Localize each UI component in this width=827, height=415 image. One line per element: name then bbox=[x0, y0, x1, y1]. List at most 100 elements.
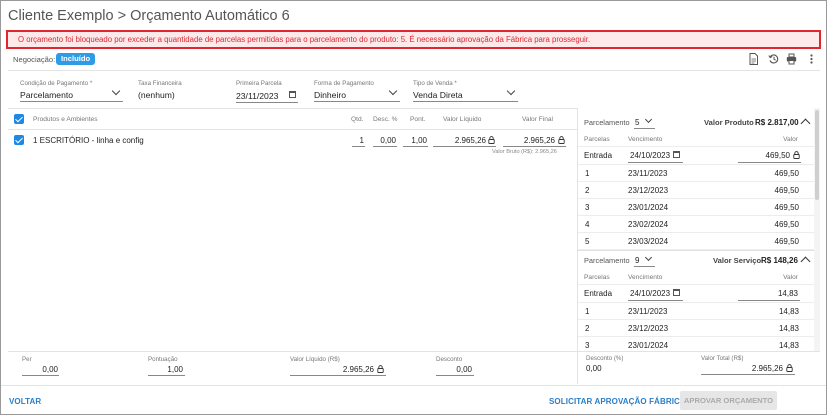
voltar-button[interactable]: VOLTAR bbox=[9, 397, 41, 406]
parcelamento-select[interactable]: 9 bbox=[635, 256, 639, 265]
parcelamento-label: Parcelamento bbox=[584, 256, 630, 265]
parcelamento-label: Parcelamento bbox=[584, 118, 630, 127]
scrollbar-thumb[interactable] bbox=[815, 110, 819, 200]
pont-input[interactable]: 1,00 bbox=[403, 136, 427, 145]
per-input[interactable]: 0,00 bbox=[22, 365, 58, 374]
divider bbox=[577, 351, 578, 384]
calendar-icon[interactable] bbox=[289, 91, 296, 98]
plan-row: 3 23/01/2024 14,83 bbox=[578, 337, 814, 351]
pontuacao-input[interactable]: 1,00 bbox=[148, 365, 183, 374]
valor-bruto: Valor Bruto (R$): 2.965,26 bbox=[492, 149, 557, 155]
total-input[interactable]: 2.965,26 bbox=[701, 364, 783, 373]
col-parcelas: Parcelas bbox=[584, 274, 610, 281]
more-vertical-icon[interactable] bbox=[806, 53, 817, 65]
entrada-row: Entrada 24/10/2023 14,83 bbox=[578, 285, 814, 303]
parcela-value: 14,83 bbox=[778, 307, 799, 316]
document-icon[interactable] bbox=[748, 53, 759, 65]
parcela-date: 23/01/2024 bbox=[628, 341, 669, 350]
divider bbox=[8, 108, 578, 109]
field-underline bbox=[701, 374, 795, 375]
parcela-date: 23/03/2024 bbox=[628, 237, 669, 246]
lock-icon bbox=[377, 365, 384, 373]
entrada-value-input[interactable]: 469,50 bbox=[738, 151, 790, 160]
lock-icon bbox=[793, 151, 800, 159]
col-pont: Pont. bbox=[410, 116, 426, 123]
condicao-label: Condição de Pagamento * bbox=[20, 80, 93, 87]
entrada-value-input[interactable]: 14,83 bbox=[738, 289, 798, 298]
collapse-icon[interactable] bbox=[800, 118, 811, 129]
field-underline bbox=[352, 146, 365, 147]
primeira-input[interactable]: 23/11/2023 bbox=[236, 91, 278, 101]
col-desc: Desc. % bbox=[373, 116, 398, 123]
solicitar-aprovacao-button[interactable]: SOLICITAR APROVAÇÃO FÁBRICA bbox=[549, 397, 686, 406]
parcela-number: 3 bbox=[585, 341, 590, 350]
plan-row: 2 23/12/2023 469,50 bbox=[578, 182, 814, 199]
desconto-input[interactable]: 0,00 bbox=[436, 365, 472, 374]
parcelamento-select[interactable]: 5 bbox=[635, 118, 639, 127]
field-underline bbox=[634, 266, 655, 267]
field-underline bbox=[20, 101, 123, 102]
liquido-input[interactable]: 2.965,26 bbox=[433, 136, 486, 145]
field-underline bbox=[403, 146, 428, 147]
field-underline bbox=[148, 375, 185, 376]
entrada-label: Entrada bbox=[584, 151, 613, 160]
desc-input[interactable]: 0,00 bbox=[373, 136, 396, 145]
field-underline bbox=[373, 146, 397, 147]
field-underline bbox=[628, 300, 683, 301]
parcela-value: 469,50 bbox=[774, 203, 799, 212]
parcela-value: 469,50 bbox=[774, 237, 799, 246]
valor-produto-value: R$ 2.817,00 bbox=[755, 118, 799, 127]
entrada-label: Entrada bbox=[584, 289, 613, 298]
select-all-checkbox[interactable] bbox=[14, 114, 24, 124]
desconto-label: Desconto bbox=[436, 356, 463, 363]
taxa-value: (nenhum) bbox=[138, 90, 175, 100]
col-final: Valor Final bbox=[522, 116, 554, 123]
lock-icon bbox=[488, 136, 495, 144]
payment-plan-panel: Parcelamento 5 Valor Produto R$ 2.817,00… bbox=[578, 108, 814, 351]
parcela-value: 14,83 bbox=[778, 324, 799, 333]
parcela-number: 3 bbox=[585, 203, 590, 212]
page-title: Cliente Exemplo > Orçamento Automático 6 bbox=[8, 8, 290, 24]
aprovar-orcamento-button[interactable]: APROVAR ORÇAMENTO bbox=[680, 391, 777, 410]
divider bbox=[8, 129, 578, 130]
entrada-date-input[interactable]: 24/10/2023 bbox=[630, 289, 670, 298]
print-icon[interactable] bbox=[786, 53, 797, 65]
row-checkbox[interactable] bbox=[14, 135, 24, 145]
plan-header-row: Parcelas Vencimento Valor bbox=[578, 132, 814, 147]
entrada-date-input[interactable]: 24/10/2023 bbox=[630, 151, 670, 160]
field-underline bbox=[314, 101, 400, 102]
plan-header-row: Parcelas Vencimento Valor bbox=[578, 270, 814, 285]
negociacao-label: Negociação: bbox=[13, 55, 56, 64]
primeira-label: Primeira Parcela bbox=[236, 80, 282, 87]
final-input[interactable]: 2.965,26 bbox=[503, 136, 555, 145]
lock-icon bbox=[786, 364, 793, 372]
lock-icon bbox=[558, 136, 565, 144]
parcela-number: 1 bbox=[585, 169, 590, 178]
parcela-date: 23/11/2023 bbox=[628, 169, 668, 178]
calendar-icon[interactable] bbox=[673, 151, 680, 158]
col-qtd: Qtd. bbox=[351, 116, 364, 123]
liquido-total-input[interactable]: 2.965,26 bbox=[290, 365, 374, 374]
col-produtos: Produtos e Ambientes bbox=[33, 116, 98, 123]
parcela-number: 2 bbox=[585, 324, 590, 333]
field-underline bbox=[413, 101, 518, 102]
parcela-number: 1 bbox=[585, 307, 590, 316]
chevron-down-icon[interactable] bbox=[644, 115, 653, 124]
field-underline bbox=[236, 102, 298, 103]
condicao-select[interactable]: Parcelamento bbox=[20, 90, 73, 100]
forma-select[interactable]: Dinheiro bbox=[314, 90, 346, 100]
history-icon[interactable] bbox=[768, 53, 779, 65]
parcela-value: 469,50 bbox=[774, 186, 799, 195]
product-name[interactable]: 1 ESCRITÓRIO - linha e config bbox=[33, 136, 144, 145]
calendar-icon[interactable] bbox=[673, 289, 680, 296]
collapse-icon[interactable] bbox=[800, 256, 811, 267]
qty-input[interactable]: 1 bbox=[352, 136, 364, 145]
tipo-select[interactable]: Venda Direta bbox=[413, 90, 463, 100]
field-underline bbox=[290, 375, 386, 376]
parcela-date: 23/12/2023 bbox=[628, 186, 669, 195]
valor-servico-value: R$ 148,26 bbox=[761, 256, 798, 265]
chevron-down-icon[interactable] bbox=[644, 253, 653, 262]
field-underline bbox=[738, 300, 800, 301]
plan-row: 3 23/01/2024 469,50 bbox=[578, 199, 814, 216]
per-label: Per bbox=[22, 356, 32, 363]
